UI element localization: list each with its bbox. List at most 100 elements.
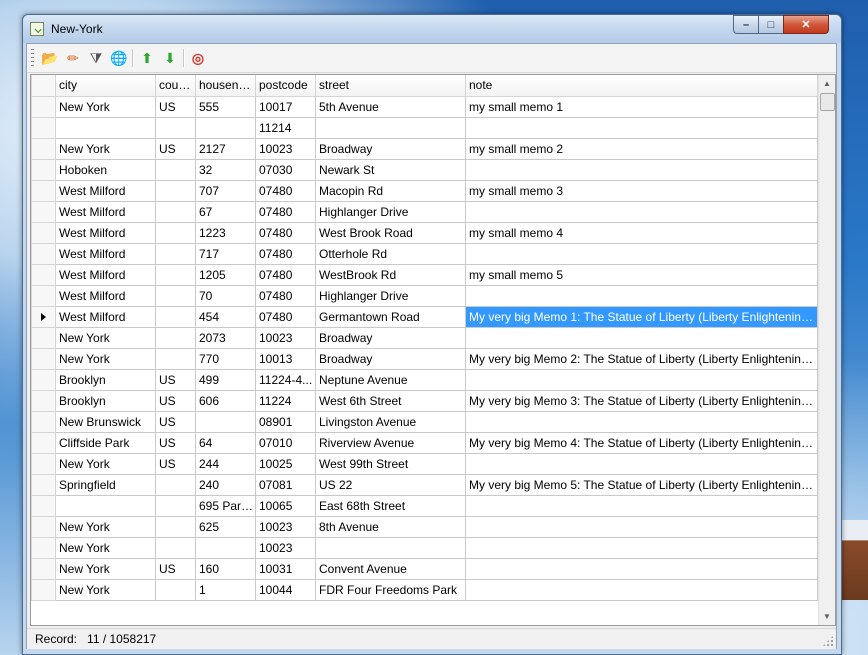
cell-city[interactable]: New York: [55, 557, 156, 580]
table-row[interactable]: New York 2073 10023 Broadway: [31, 326, 818, 349]
cell-country[interactable]: [155, 179, 196, 202]
cell-street[interactable]: WestBrook Rd: [315, 263, 466, 286]
cell-street[interactable]: West 6th Street: [315, 389, 466, 412]
row-header[interactable]: [31, 116, 56, 139]
table-row[interactable]: New York 10023: [31, 536, 818, 559]
cell-city[interactable]: New York: [55, 536, 156, 559]
cell-country[interactable]: [155, 200, 196, 223]
table-row[interactable]: New York 625 10023 8th Avenue: [31, 515, 818, 538]
cell-city[interactable]: West Milford: [55, 263, 156, 286]
cell-city[interactable]: New York: [55, 137, 156, 160]
row-header[interactable]: [31, 431, 56, 454]
open-folder-button[interactable]: 📂: [41, 49, 59, 67]
filter-button[interactable]: ⧩: [87, 49, 105, 67]
cell-postcode[interactable]: 11224-4...: [255, 368, 316, 391]
cell-note[interactable]: My very big Memo 2: The Statue of Libert…: [465, 347, 818, 370]
table-row[interactable]: Brooklyn US 606 11224 West 6th Street My very…: [31, 389, 818, 412]
title-bar[interactable]: New-York – □ ✕: [23, 15, 841, 43]
cell-note[interactable]: my small memo 3: [465, 179, 818, 202]
cell-country[interactable]: US: [155, 389, 196, 412]
cell-postcode[interactable]: 10023: [255, 515, 316, 538]
cell-street[interactable]: Riverview Avenue: [315, 431, 466, 454]
cell-postcode[interactable]: 11224: [255, 389, 316, 412]
row-header[interactable]: [31, 389, 56, 412]
vertical-scrollbar[interactable]: ▲ ▼: [818, 75, 835, 625]
cell-postcode[interactable]: 10031: [255, 557, 316, 580]
cell-country[interactable]: [155, 116, 196, 139]
cell-housenumber[interactable]: 2073: [195, 326, 256, 349]
cell-note[interactable]: My very big Memo 5: The Statue of Libert…: [465, 473, 818, 496]
cell-country[interactable]: [155, 221, 196, 244]
scroll-down-button[interactable]: ▼: [819, 608, 835, 625]
data-grid[interactable]: city country housenumber postcode street…: [30, 74, 836, 626]
cell-city[interactable]: West Milford: [55, 284, 156, 307]
cell-note[interactable]: [465, 158, 818, 181]
cell-street[interactable]: FDR Four Freedoms Park: [315, 578, 466, 601]
cell-country[interactable]: US: [155, 137, 196, 160]
cell-note[interactable]: [465, 557, 818, 580]
cell-street[interactable]: Broadway: [315, 326, 466, 349]
cell-country[interactable]: [155, 305, 196, 328]
help-button[interactable]: ◎: [189, 49, 207, 67]
cell-street[interactable]: [315, 536, 466, 559]
cell-country[interactable]: [155, 242, 196, 265]
cell-country[interactable]: US: [155, 557, 196, 580]
column-header-street[interactable]: street: [315, 75, 466, 97]
move-down-button[interactable]: ⬇: [161, 49, 179, 67]
toolbar-grip[interactable]: [31, 49, 34, 67]
cell-postcode[interactable]: 07030: [255, 158, 316, 181]
cell-city[interactable]: [55, 116, 156, 139]
cell-country[interactable]: [155, 473, 196, 496]
table-row[interactable]: Cliffside Park US 64 07010 Riverview Avenue M…: [31, 431, 818, 454]
cell-country[interactable]: US: [155, 410, 196, 433]
cell-postcode[interactable]: 10023: [255, 137, 316, 160]
cell-housenumber[interactable]: 1223: [195, 221, 256, 244]
column-header-city[interactable]: city: [55, 75, 156, 97]
row-header[interactable]: [31, 557, 56, 580]
cell-city[interactable]: Cliffside Park: [55, 431, 156, 454]
table-row[interactable]: New York US 2127 10023 Broadway my small memo…: [31, 137, 818, 160]
cell-country[interactable]: [155, 284, 196, 307]
row-header[interactable]: [31, 137, 56, 160]
cell-street[interactable]: Broadway: [315, 347, 466, 370]
cell-country[interactable]: US: [155, 368, 196, 391]
row-header[interactable]: [31, 536, 56, 559]
cell-postcode[interactable]: 10025: [255, 452, 316, 475]
cell-city[interactable]: Hoboken: [55, 158, 156, 181]
cell-country[interactable]: [155, 578, 196, 601]
cell-note[interactable]: [465, 578, 818, 601]
cell-city[interactable]: [55, 494, 156, 517]
row-header[interactable]: [31, 578, 56, 601]
cell-postcode[interactable]: 10023: [255, 326, 316, 349]
cell-housenumber[interactable]: 555: [195, 95, 256, 118]
cell-note[interactable]: My very big Memo 3: The Statue of Libert…: [465, 389, 818, 412]
cell-note[interactable]: [465, 515, 818, 538]
cell-note[interactable]: My very big Memo 4: The Statue of Libert…: [465, 431, 818, 454]
cell-housenumber[interactable]: 1: [195, 578, 256, 601]
row-header[interactable]: [31, 284, 56, 307]
cell-street[interactable]: Macopin Rd: [315, 179, 466, 202]
row-header[interactable]: [31, 179, 56, 202]
cell-country[interactable]: [155, 494, 196, 517]
table-row[interactable]: West Milford 1223 07480 West Brook Road my s…: [31, 221, 818, 244]
cell-street[interactable]: Germantown Road: [315, 305, 466, 328]
cell-note[interactable]: my small memo 5: [465, 263, 818, 286]
row-header[interactable]: [31, 515, 56, 538]
table-row[interactable]: New York 1 10044 FDR Four Freedoms Park: [31, 578, 818, 601]
cell-postcode[interactable]: 10013: [255, 347, 316, 370]
cell-note[interactable]: [465, 284, 818, 307]
cell-country[interactable]: [155, 347, 196, 370]
cell-city[interactable]: New Brunswick: [55, 410, 156, 433]
cell-housenumber[interactable]: 695 Park...: [195, 494, 256, 517]
cell-housenumber[interactable]: 1205: [195, 263, 256, 286]
cell-street[interactable]: Broadway: [315, 137, 466, 160]
cell-street[interactable]: Highlanger Drive: [315, 284, 466, 307]
table-row[interactable]: Hoboken 32 07030 Newark St: [31, 158, 818, 181]
table-row[interactable]: West Milford 1205 07480 WestBrook Rd my smal…: [31, 263, 818, 286]
cell-street[interactable]: 5th Avenue: [315, 95, 466, 118]
column-header-country[interactable]: country: [155, 75, 196, 97]
cell-country[interactable]: US: [155, 452, 196, 475]
row-header[interactable]: [31, 200, 56, 223]
column-header-housenumber[interactable]: housenumber: [195, 75, 256, 97]
cell-city[interactable]: New York: [55, 578, 156, 601]
